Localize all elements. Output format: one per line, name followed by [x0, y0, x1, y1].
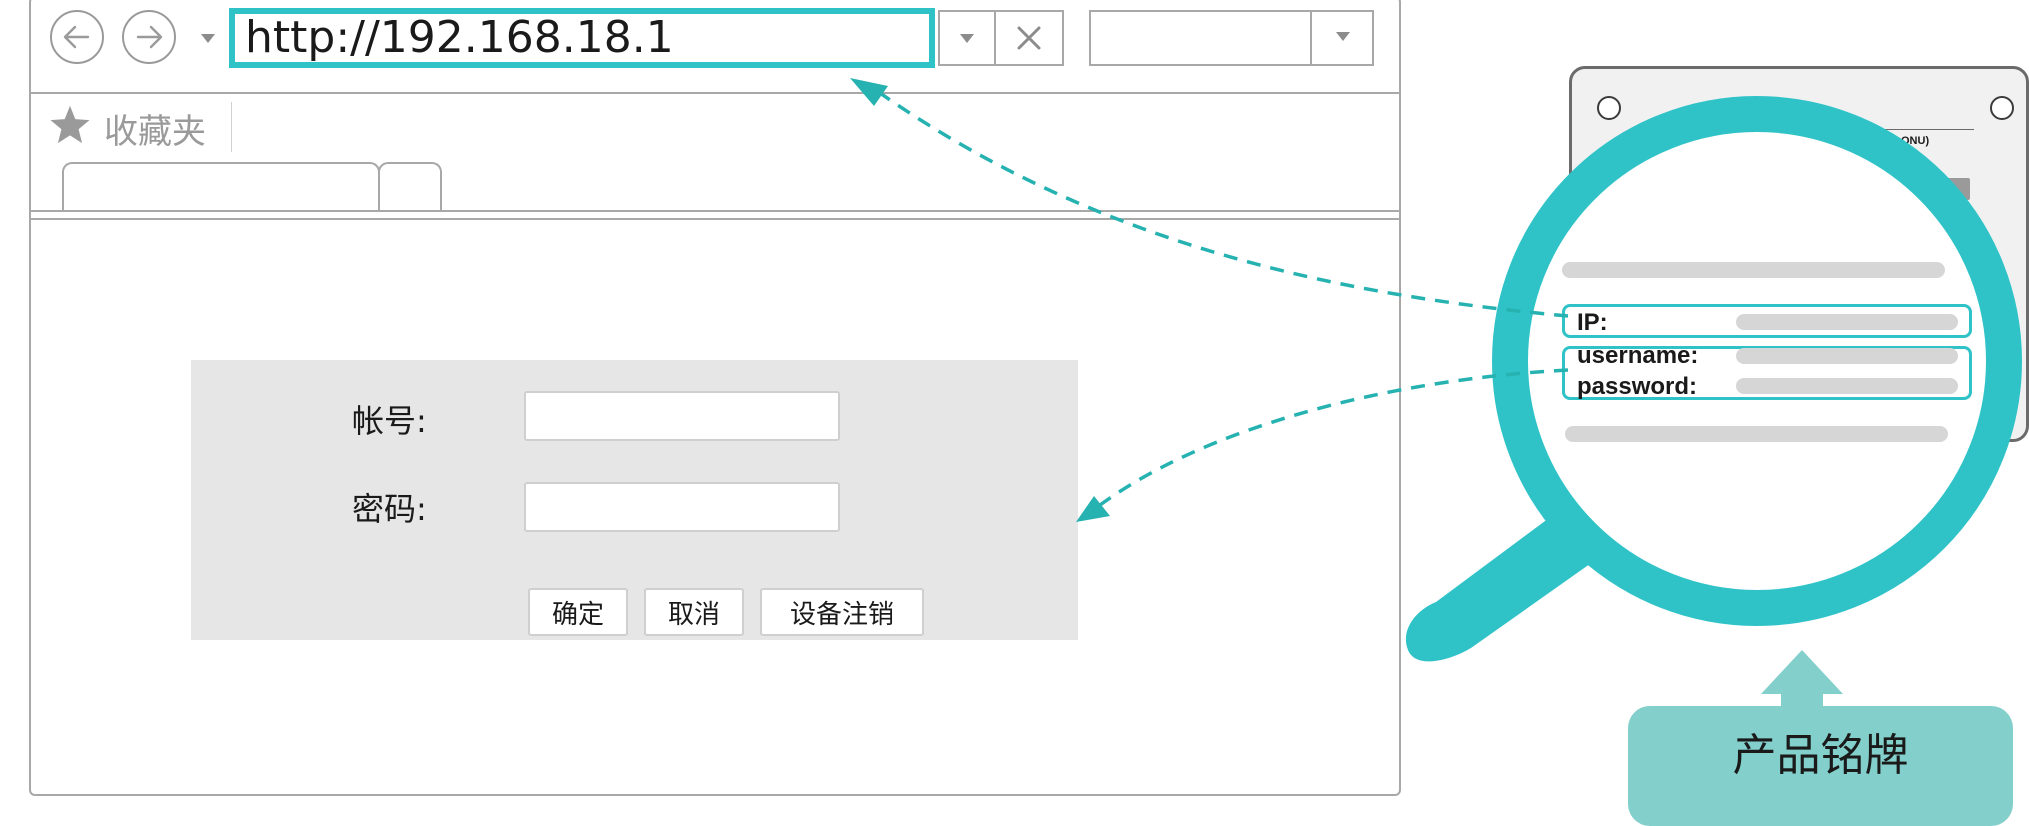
arrow-head-icon	[850, 78, 888, 106]
credentials-arrow	[1094, 368, 1569, 510]
nameplate-caption: 产品铭牌	[1628, 706, 2013, 826]
annotation-arrows	[850, 78, 1569, 522]
ip-arrow	[868, 84, 1569, 318]
up-arrow-icon	[1761, 650, 1843, 710]
